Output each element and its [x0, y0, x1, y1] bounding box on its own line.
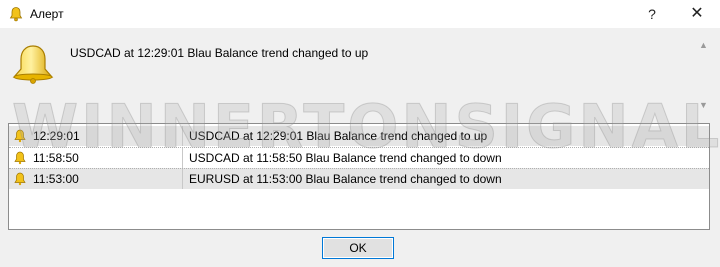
title-bar: Алерт ? ✕	[0, 0, 720, 28]
bell-icon	[14, 129, 26, 143]
list-item[interactable]: 11:53:00 EURUSD at 11:53:00 Blau Balance…	[9, 168, 709, 189]
time-cell: 11:53:00	[9, 169, 183, 189]
time-cell: 12:29:01	[9, 126, 183, 146]
alert-text: USDCAD at 11:58:50 Blau Balance trend ch…	[189, 151, 502, 165]
bell-icon	[9, 7, 23, 22]
scroll-up-icon[interactable]: ▲	[699, 40, 708, 50]
help-button[interactable]: ?	[640, 4, 664, 24]
time-cell: 11:58:50	[9, 148, 183, 168]
close-button[interactable]: ✕	[684, 4, 710, 24]
alert-message: USDCAD at 12:29:01 Blau Balance trend ch…	[70, 46, 369, 60]
alert-text: EURUSD at 11:53:00 Blau Balance trend ch…	[189, 172, 502, 186]
list-item[interactable]: 12:29:01 USDCAD at 12:29:01 Blau Balance…	[9, 126, 709, 146]
alert-text: USDCAD at 12:29:01 Blau Balance trend ch…	[189, 129, 488, 143]
bell-icon	[12, 45, 54, 84]
alert-time: 11:53:00	[33, 172, 79, 186]
ok-button[interactable]: OK	[322, 237, 394, 259]
alert-time: 12:29:01	[33, 129, 80, 143]
message-scrollbar[interactable]: ▲ ▼	[697, 38, 711, 114]
alerts-list[interactable]: 12:29:01 USDCAD at 12:29:01 Blau Balance…	[8, 123, 710, 230]
window-title: Алерт	[30, 7, 64, 21]
list-item[interactable]: 11:58:50 USDCAD at 11:58:50 Blau Balance…	[9, 147, 709, 168]
bell-icon	[14, 172, 26, 186]
alert-time: 11:58:50	[33, 151, 79, 165]
scroll-down-icon[interactable]: ▼	[699, 100, 708, 110]
bell-icon	[14, 151, 26, 165]
